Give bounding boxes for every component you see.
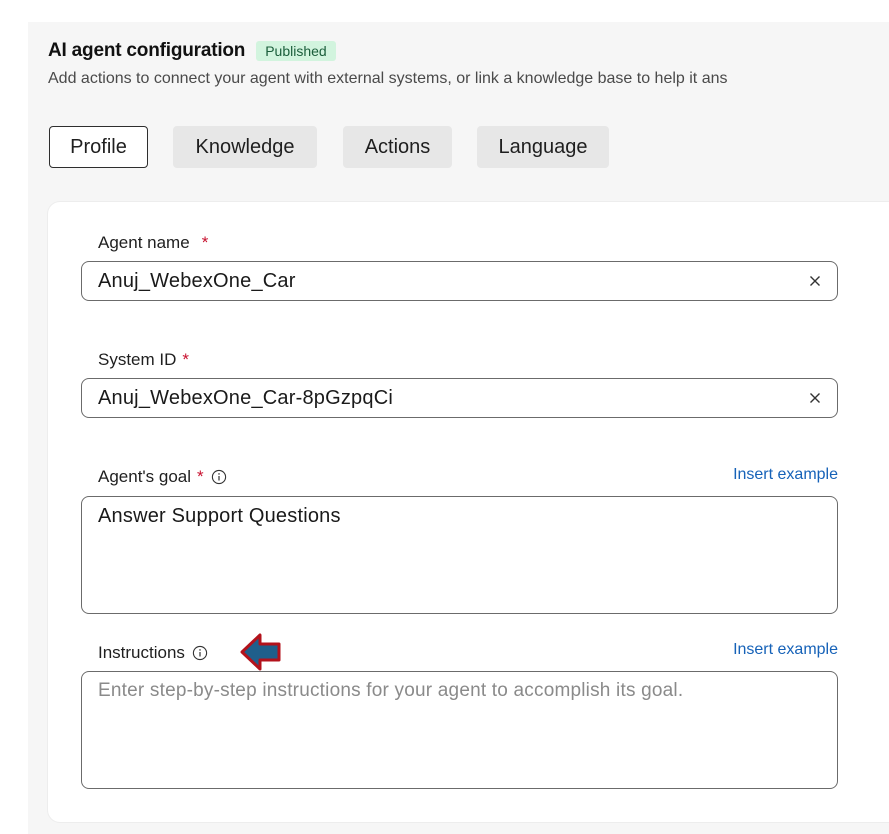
tab-actions[interactable]: Actions xyxy=(343,126,452,168)
required-mark: * xyxy=(201,233,209,252)
system-id-label-text: System ID xyxy=(98,350,177,369)
info-icon[interactable] xyxy=(211,469,227,485)
agent-name-input[interactable]: Anuj_WebexOne_Car xyxy=(81,261,838,301)
instructions-placeholder: Enter step-by-step instructions for your… xyxy=(98,680,684,701)
agent-name-label-text: Agent name xyxy=(98,233,190,252)
tab-label: Knowledge xyxy=(195,135,295,158)
tab-language[interactable]: Language xyxy=(477,126,609,168)
agent-goal-value: Answer Support Questions xyxy=(98,505,341,527)
insert-example-link-goal[interactable]: Insert example xyxy=(733,466,838,484)
agent-name-value: Anuj_WebexOne_Car xyxy=(98,269,296,292)
agent-name-label: Agent name * xyxy=(98,233,208,253)
tab-label: Language xyxy=(498,135,588,158)
page-title: AI agent configuration xyxy=(48,40,246,61)
close-icon[interactable] xyxy=(807,273,823,289)
instructions-label-text: Instructions xyxy=(98,643,185,662)
required-mark: * xyxy=(197,467,204,486)
status-badge: Published xyxy=(256,41,336,61)
system-id-value: Anuj_WebexOne_Car-8pGzpqCi xyxy=(98,386,393,409)
required-mark: * xyxy=(182,350,190,369)
tab-label: Actions xyxy=(364,135,431,158)
instructions-textarea[interactable]: Enter step-by-step instructions for your… xyxy=(81,671,838,789)
agent-goal-label: Agent's goal * xyxy=(98,467,227,487)
info-icon[interactable] xyxy=(192,645,208,661)
tab-profile[interactable]: Profile xyxy=(49,126,148,168)
tab-label: Profile xyxy=(70,135,127,158)
system-id-label: System ID * xyxy=(98,350,189,370)
tab-knowledge[interactable]: Knowledge xyxy=(173,126,317,168)
close-icon[interactable] xyxy=(807,390,823,406)
agent-goal-textarea[interactable]: Answer Support Questions xyxy=(81,496,838,614)
system-id-input[interactable]: Anuj_WebexOne_Car-8pGzpqCi xyxy=(81,378,838,418)
insert-example-link-instructions[interactable]: Insert example xyxy=(733,641,838,659)
arrow-left-annotation-icon xyxy=(240,633,281,671)
header: AI agent configuration Published xyxy=(48,40,336,62)
page-subtitle: Add actions to connect your agent with e… xyxy=(48,70,728,87)
instructions-label: Instructions xyxy=(98,643,208,663)
agent-goal-label-text: Agent's goal xyxy=(98,467,192,486)
